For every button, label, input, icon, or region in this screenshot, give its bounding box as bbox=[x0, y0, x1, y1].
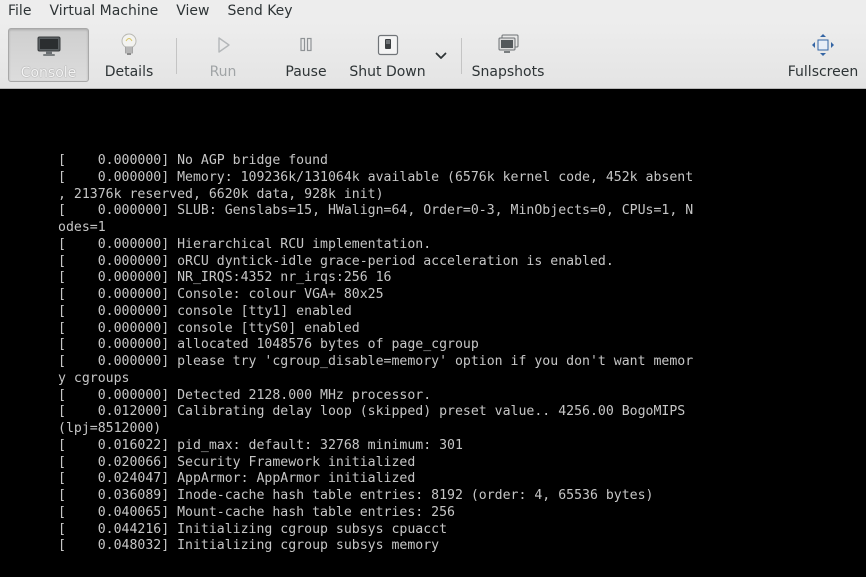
menu-bar: File Virtual Machine View Send Key bbox=[0, 0, 866, 22]
fullscreen-button-label: Fullscreen bbox=[787, 64, 859, 80]
shut-down-button-label: Shut Down bbox=[349, 64, 426, 80]
pause-button-label: Pause bbox=[285, 64, 327, 80]
console-line: [ 0.000000] No AGP bridge found bbox=[58, 153, 328, 168]
console-line: [ 0.024047] AppArmor: AppArmor initializ… bbox=[58, 471, 416, 487]
chevron-down-icon bbox=[435, 52, 447, 60]
console-line: [ 0.000000] NR_IRQS:4352 nr_irqs:256 16 bbox=[58, 270, 392, 286]
menu-virtual-machine[interactable]: Virtual Machine bbox=[40, 0, 167, 22]
power-switch-icon bbox=[374, 32, 402, 58]
console-line: [ 0.012000] Calibrating delay loop (skip… bbox=[58, 404, 686, 420]
console-line: [ 0.000000] Memory: 109236k/131064k avai… bbox=[58, 169, 694, 185]
console-line: [ 0.000000] allocated 1048576 bytes of p… bbox=[58, 337, 479, 353]
monitor-icon bbox=[35, 33, 63, 59]
play-icon bbox=[209, 32, 237, 58]
menu-file[interactable]: File bbox=[0, 0, 40, 22]
console-line: [ 0.000000] oRCU dyntick-idle grace-peri… bbox=[58, 253, 614, 269]
snapshots-button-label: Snapshots bbox=[471, 64, 545, 80]
toolbar-separator bbox=[176, 38, 177, 74]
run-button[interactable]: Run bbox=[196, 28, 250, 82]
console-line: [ 0.036089] Inode-cache hash table entri… bbox=[58, 488, 654, 503]
shut-down-button[interactable]: Shut Down bbox=[345, 28, 430, 82]
details-button[interactable]: Details bbox=[98, 28, 160, 82]
menu-view[interactable]: View bbox=[167, 0, 218, 22]
toolbar: Console Details Run Pause Shut Down Snap… bbox=[0, 22, 866, 89]
console-line: [ 0.016022] pid_max: default: 32768 mini… bbox=[58, 437, 463, 453]
fullscreen-button[interactable]: Fullscreen bbox=[786, 28, 860, 82]
snapshots-icon bbox=[494, 32, 522, 58]
console-line: [ 0.000000] console [tty1] enabled bbox=[58, 303, 352, 319]
console-line: odes=1 bbox=[58, 220, 106, 235]
console-line: [ 0.000000] Hierarchical RCU implementat… bbox=[58, 236, 432, 252]
pause-icon bbox=[292, 32, 320, 58]
console-line: [ 0.044216] Initializing cgroup subsys c… bbox=[58, 521, 448, 537]
console-line: , 21376k reserved, 6620k data, 928k init… bbox=[58, 186, 384, 202]
fullscreen-icon bbox=[809, 32, 837, 58]
console-line: [ 0.000000] Console: colour VGA+ 80x25 bbox=[58, 287, 384, 302]
console-line: [ 0.000000] SLUB: Genslabs=15, HWalign=6… bbox=[58, 203, 694, 219]
console-line: [ 0.000000] please try 'cgroup_disable=m… bbox=[58, 354, 694, 369]
run-button-label: Run bbox=[209, 64, 237, 80]
console-line: y cgroups bbox=[58, 370, 130, 386]
console-line: [ 0.020066] Security Framework initializ… bbox=[58, 454, 416, 470]
snapshots-button[interactable]: Snapshots bbox=[469, 28, 547, 82]
pause-button[interactable]: Pause bbox=[279, 28, 333, 82]
vm-console-display[interactable]: [ 0.000000] No AGP bridge found[ 0.00000… bbox=[0, 89, 866, 577]
console-line: [ 0.000000] Detected 2128.000 MHz proces… bbox=[58, 387, 432, 403]
toolbar-separator bbox=[461, 38, 462, 74]
console-button[interactable]: Console bbox=[8, 28, 89, 82]
console-button-label: Console bbox=[20, 65, 77, 81]
shut-down-menu-button[interactable] bbox=[431, 36, 451, 76]
details-button-label: Details bbox=[104, 64, 154, 80]
vm-viewer-window: File Virtual Machine View Send Key Conso… bbox=[0, 0, 866, 577]
console-output: [ 0.000000] No AGP bridge found[ 0.00000… bbox=[58, 153, 693, 555]
console-line: [ 0.040065] Mount-cache hash table entri… bbox=[58, 504, 455, 520]
console-line: [ 0.000000] console [ttyS0] enabled bbox=[58, 320, 360, 336]
console-line: [ 0.048032] Initializing cgroup subsys m… bbox=[58, 538, 440, 554]
menu-send-key[interactable]: Send Key bbox=[218, 0, 301, 22]
console-line: (lpj=8512000) bbox=[58, 421, 162, 436]
lightbulb-icon bbox=[115, 32, 143, 58]
